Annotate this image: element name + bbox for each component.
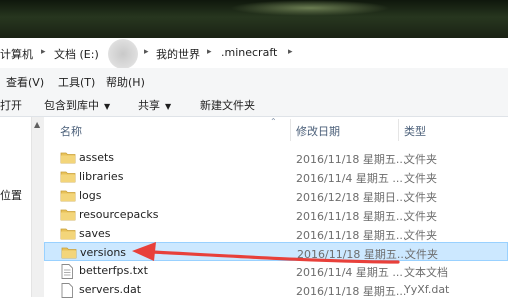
scroll-up-icon[interactable]: ▲ <box>34 120 40 129</box>
file-name: libraries <box>79 170 124 183</box>
file-type: 文件夹 <box>404 210 437 223</box>
menu-view[interactable]: 查看(V) <box>6 74 44 90</box>
folder-icon <box>60 151 76 167</box>
menu-bar: 查看(V) 工具(T) 帮助(H) <box>0 68 508 92</box>
file-type: 文本文档 <box>404 266 448 279</box>
command-toolbar: 打开 包含到库中 ▼ 共享 ▼ 新建文件夹 <box>0 92 508 117</box>
column-header: 名称 ⌃ 修改日期 类型 <box>44 117 508 143</box>
dat-file-icon <box>60 283 74 301</box>
file-date: 2016/11/4 星期五 ... <box>296 172 403 185</box>
menu-help[interactable]: 帮助(H) <box>106 74 145 90</box>
column-divider[interactable] <box>398 119 399 141</box>
file-name: resourcepacks <box>79 208 159 221</box>
file-row-versions[interactable]: versions 2016/11/18 星期五... 文件夹 <box>44 242 508 261</box>
file-row-resourcepacks[interactable]: resourcepacks 2016/11/18 星期五... 文件夹 <box>44 205 508 224</box>
file-date: 2016/11/18 星期五... <box>296 210 407 223</box>
folder-icon <box>60 227 76 243</box>
file-name: betterfps.txt <box>79 264 148 277</box>
file-type: 文件夹 <box>404 153 437 166</box>
menu-tools[interactable]: 工具(T) <box>58 74 95 90</box>
folder-icon <box>61 246 77 262</box>
sort-ascending-icon: ⌃ <box>270 117 277 126</box>
breadcrumb-separator-icon[interactable]: ▸ <box>144 47 149 57</box>
breadcrumb-my-world[interactable]: 我的世界 <box>156 46 200 62</box>
file-row-saves[interactable]: saves 2016/11/18 星期五... 文件夹 <box>44 224 508 243</box>
file-type: 文件夹 <box>404 172 437 185</box>
chevron-down-icon: ▼ <box>104 102 111 111</box>
file-date: 2016/11/18 星期五... <box>297 248 408 261</box>
file-name: assets <box>79 151 115 164</box>
share-button[interactable]: 共享 ▼ <box>138 97 171 113</box>
chevron-down-icon: ▼ <box>165 102 172 111</box>
file-type: 文件夹 <box>404 229 437 242</box>
new-folder-button[interactable]: 新建文件夹 <box>200 97 255 113</box>
file-row-logs[interactable]: logs 2016/12/18 星期日... 文件夹 <box>44 186 508 205</box>
share-label: 共享 <box>138 99 160 112</box>
file-name: logs <box>79 189 102 202</box>
folder-icon <box>60 170 76 186</box>
file-name: versions <box>80 246 127 259</box>
navigation-scrollbar[interactable]: ▲ <box>31 117 44 297</box>
column-divider[interactable] <box>290 119 291 141</box>
folder-icon <box>60 189 76 205</box>
breadcrumb-drive-e[interactable]: 文档 (E:) <box>54 46 99 62</box>
breadcrumb-minecraft[interactable]: .minecraft <box>221 46 277 59</box>
file-row-betterfps[interactable]: betterfps.txt 2016/11/4 星期五 ... 文本文档 <box>44 261 508 280</box>
file-name: saves <box>79 227 111 240</box>
file-date: 2016/11/18 星期五... <box>296 153 407 166</box>
file-row-servers-dat[interactable]: servers.dat 2016/11/18 星期五... YyXf.dat <box>44 280 508 299</box>
file-date: 2016/11/4 星期五 ... <box>296 266 403 279</box>
column-name[interactable]: 名称 <box>60 123 82 139</box>
nav-item-location[interactable]: 位置 <box>0 187 22 203</box>
address-bar[interactable]: 计算机 ▸ 文档 (E:) ▸ 我的世界 ▸ .minecraft ▸ <box>0 38 508 69</box>
file-type: YyXf.dat <box>404 283 450 296</box>
folder-icon <box>60 208 76 224</box>
column-type[interactable]: 类型 <box>404 123 426 139</box>
breadcrumb-separator-icon[interactable]: ▸ <box>288 47 293 57</box>
file-name: servers.dat <box>79 283 142 296</box>
breadcrumb-computer[interactable]: 计算机 <box>0 46 33 62</box>
file-row-libraries[interactable]: libraries 2016/11/4 星期五 ... 文件夹 <box>44 167 508 186</box>
file-date: 2016/11/18 星期五... <box>296 229 407 242</box>
obscured-region <box>108 39 138 69</box>
file-type: 文件夹 <box>404 191 437 204</box>
include-in-library-label: 包含到库中 <box>44 99 99 112</box>
background-glow <box>230 0 390 16</box>
column-modified[interactable]: 修改日期 <box>296 123 340 139</box>
file-row-assets[interactable]: assets 2016/11/18 星期五... 文件夹 <box>44 148 508 167</box>
breadcrumb-separator-icon[interactable]: ▸ <box>41 47 46 57</box>
desktop-background-strip <box>0 0 508 38</box>
file-date: 2016/12/18 星期日... <box>296 191 407 204</box>
file-type: 文件夹 <box>405 248 438 261</box>
include-in-library-button[interactable]: 包含到库中 ▼ <box>44 97 110 113</box>
breadcrumb-separator-icon[interactable]: ▸ <box>207 47 212 57</box>
open-button[interactable]: 打开 <box>0 97 22 113</box>
